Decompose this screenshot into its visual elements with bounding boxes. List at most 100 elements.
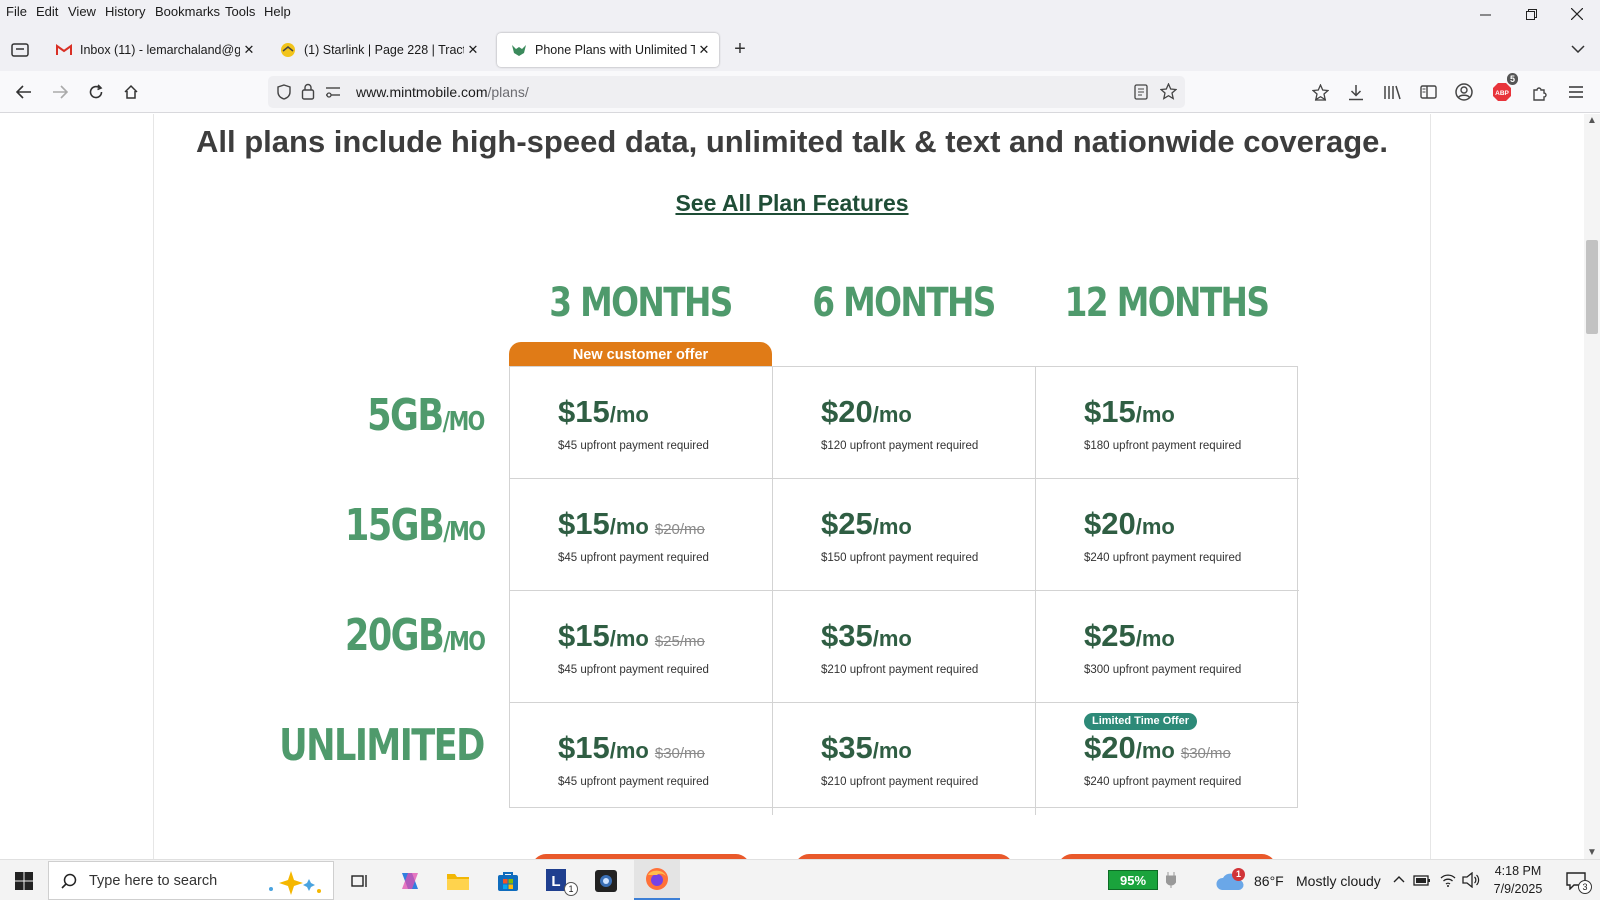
menu-edit[interactable]: Edit bbox=[36, 4, 58, 19]
permissions-icon[interactable] bbox=[325, 85, 341, 98]
chevron-down-icon bbox=[1571, 45, 1585, 53]
scrollbar-thumb[interactable] bbox=[1586, 240, 1598, 334]
sidebar-button[interactable] bbox=[1414, 79, 1442, 105]
adblock-plus-button[interactable]: ABP 5 bbox=[1488, 73, 1518, 105]
price-cell[interactable]: $20/mo $120 upfront payment required bbox=[773, 367, 1036, 479]
start-button[interactable] bbox=[0, 860, 48, 900]
taskbar-firefox[interactable] bbox=[634, 860, 680, 900]
file-explorer-button[interactable] bbox=[438, 860, 478, 900]
see-all-plan-features-link[interactable]: See All Plan Features bbox=[0, 190, 1584, 217]
library-button[interactable] bbox=[1378, 79, 1406, 105]
tab-tractorbynet[interactable]: (1) Starlink | Page 228 | TractorByNet ✕ bbox=[266, 33, 488, 67]
price-cell[interactable]: $15/mo $25/mo $45 upfront payment require… bbox=[510, 591, 773, 703]
price-cell[interactable]: $15/mo $45 upfront payment required bbox=[510, 367, 773, 479]
camera-app-icon bbox=[595, 869, 617, 892]
copilot-button[interactable] bbox=[390, 860, 430, 900]
tab-close-icon[interactable]: ✕ bbox=[695, 42, 713, 58]
price-cell[interactable]: $35/mo $210 upfront payment required bbox=[773, 703, 1036, 815]
clock-time[interactable]: 4:18 PM bbox=[1483, 864, 1553, 878]
extensions-button[interactable] bbox=[1526, 79, 1554, 105]
list-all-tabs-button[interactable] bbox=[1564, 36, 1592, 62]
price-cell[interactable]: Limited Time Offer $20/mo $30/mo $240 upf… bbox=[1036, 703, 1299, 815]
svg-text:L: L bbox=[551, 873, 560, 890]
back-button[interactable] bbox=[10, 79, 38, 105]
wifi-icon[interactable] bbox=[1440, 873, 1456, 887]
reload-button[interactable] bbox=[82, 79, 110, 105]
lock-icon[interactable] bbox=[301, 83, 315, 100]
close-icon bbox=[1571, 8, 1583, 20]
notification-center-button[interactable]: 3 bbox=[1556, 860, 1596, 900]
price: $35/mo bbox=[821, 730, 912, 765]
sidebar-icon bbox=[1419, 85, 1437, 99]
hamburger-menu-icon bbox=[1569, 86, 1583, 98]
volume-icon[interactable] bbox=[1462, 872, 1480, 888]
price: $20/mo bbox=[1084, 506, 1175, 541]
price-cell[interactable]: $15/mo $180 upfront payment required bbox=[1036, 367, 1299, 479]
forward-button[interactable] bbox=[46, 79, 74, 105]
navigation-toolbar: www.mintmobile.com/plans/ ABP 5 bbox=[0, 71, 1600, 113]
new-tab-button[interactable]: + bbox=[726, 36, 754, 62]
clock-date[interactable]: 7/9/2025 bbox=[1483, 882, 1553, 896]
original-price: $25/mo bbox=[654, 633, 705, 650]
price: $15/mo bbox=[558, 394, 649, 429]
scroll-down-arrow-icon[interactable]: ▼ bbox=[1584, 847, 1600, 858]
gmail-icon bbox=[56, 42, 72, 58]
show-hidden-icons-chevron-icon[interactable] bbox=[1393, 875, 1405, 883]
tracking-protection-shield-icon[interactable] bbox=[276, 84, 292, 100]
price: $15/mo $20/mo bbox=[558, 506, 705, 541]
adblock-plus-icon: ABP bbox=[1493, 83, 1511, 101]
tab-gmail[interactable]: Inbox (11) - lemarchaland@gmail.com ✕ bbox=[42, 33, 264, 67]
price-cell[interactable]: $20/mo $240 upfront payment required bbox=[1036, 479, 1299, 591]
account-button[interactable] bbox=[1450, 79, 1478, 105]
reader-view-icon[interactable] bbox=[1134, 84, 1148, 100]
menu-tools[interactable]: Tools bbox=[225, 4, 255, 19]
address-bar[interactable]: www.mintmobile.com/plans/ bbox=[268, 76, 1185, 108]
scroll-up-arrow-icon[interactable]: ▲ bbox=[1584, 115, 1600, 126]
price-cell[interactable]: $35/mo $210 upfront payment required bbox=[773, 591, 1036, 703]
battery-icon[interactable] bbox=[1413, 873, 1431, 887]
tab-close-icon[interactable]: ✕ bbox=[240, 42, 258, 58]
column-header-3-months: 3 MONTHS bbox=[549, 280, 733, 326]
weather-description[interactable]: Mostly cloudy bbox=[1296, 873, 1381, 889]
search-icon bbox=[61, 873, 77, 889]
price-cell[interactable]: $15/mo $30/mo $45 upfront payment require… bbox=[510, 703, 773, 815]
tab-close-icon[interactable]: ✕ bbox=[464, 42, 482, 58]
menu-help[interactable]: Help bbox=[264, 4, 291, 19]
menu-history[interactable]: History bbox=[105, 4, 145, 19]
price-cell[interactable]: $25/mo $150 upfront payment required bbox=[773, 479, 1036, 591]
app-menu-button[interactable] bbox=[1562, 79, 1590, 105]
url-text[interactable]: www.mintmobile.com/plans/ bbox=[356, 84, 529, 100]
windows-logo-icon bbox=[15, 871, 33, 890]
forward-arrow-icon bbox=[53, 85, 68, 99]
downloads-button[interactable] bbox=[1342, 79, 1370, 105]
tab-overview-button[interactable] bbox=[6, 36, 34, 62]
row-label-unlimited: UNLIMITED bbox=[279, 720, 485, 771]
weather-temperature[interactable]: 86°F bbox=[1254, 873, 1284, 889]
row-label-20gb: 20GB/MO bbox=[344, 610, 486, 661]
taskbar-app-l[interactable]: L 1 bbox=[538, 860, 578, 900]
back-arrow-icon bbox=[16, 85, 31, 99]
menu-view[interactable]: View bbox=[68, 4, 96, 19]
tab-mint-mobile[interactable]: Phone Plans with Unlimited Talk & Text ✕ bbox=[497, 33, 719, 67]
taskbar-camera-app[interactable] bbox=[586, 860, 626, 900]
page-scrollbar[interactable]: ▲ ▼ bbox=[1584, 114, 1600, 859]
bookmark-star-icon[interactable] bbox=[1160, 83, 1177, 100]
menu-file[interactable]: File bbox=[6, 4, 27, 19]
home-button[interactable] bbox=[117, 79, 145, 105]
battery-percentage[interactable]: 95% bbox=[1108, 870, 1158, 890]
price-cell[interactable]: $15/mo $20/mo $45 upfront payment require… bbox=[510, 479, 773, 591]
upfront-note: $45 upfront payment required bbox=[558, 440, 709, 452]
original-price: $30/mo bbox=[654, 745, 705, 762]
microsoft-store-button[interactable] bbox=[488, 860, 528, 900]
pocket-button[interactable] bbox=[1306, 79, 1334, 105]
original-price: $20/mo bbox=[654, 521, 705, 538]
store-icon bbox=[498, 871, 518, 891]
copilot-icon bbox=[402, 872, 418, 889]
weather-widget-icon-button[interactable]: 1 bbox=[1210, 860, 1250, 900]
price-cell[interactable]: $25/mo $300 upfront payment required bbox=[1036, 591, 1299, 703]
taskbar-search-box[interactable]: Type here to search bbox=[48, 861, 334, 900]
menu-bookmarks[interactable]: Bookmarks bbox=[155, 4, 220, 19]
copilot-sparkle-icon bbox=[269, 871, 321, 895]
column-header-6-months: 6 MONTHS bbox=[812, 280, 996, 326]
task-view-button[interactable] bbox=[340, 860, 380, 900]
